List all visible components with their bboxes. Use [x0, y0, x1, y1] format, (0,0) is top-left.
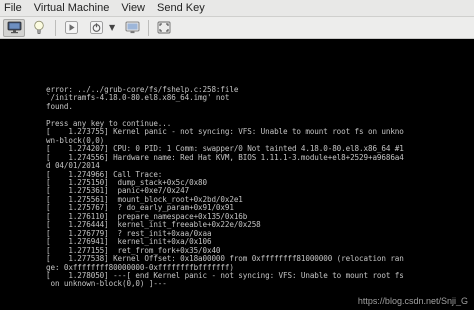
- toolbar-separator: [148, 19, 150, 36]
- console-line: on unknown-block(0,0) ]---: [46, 279, 167, 289]
- toolbar: ▼: [0, 17, 474, 39]
- monitor-icon: [7, 21, 21, 34]
- console-line: `/initramfs-4.18.0-80.el8.x86_64.img' no…: [46, 93, 230, 103]
- menu-view[interactable]: View: [121, 2, 145, 14]
- lightbulb-icon: [34, 20, 44, 34]
- fullscreen-icon: [157, 21, 171, 34]
- power-icon: [89, 21, 103, 34]
- screenshot-button[interactable]: [121, 19, 143, 37]
- vm-console-screen[interactable]: error: ../../grub-core/fs/fshelp.c:258:f…: [0, 39, 474, 310]
- menu-bar: File Virtual Machine View Send Key: [0, 0, 474, 17]
- details-button[interactable]: [28, 19, 50, 37]
- menu-file[interactable]: File: [4, 2, 22, 14]
- power-menu[interactable]: ▼: [85, 19, 115, 37]
- fullscreen-button[interactable]: [153, 19, 175, 37]
- chevron-down-icon[interactable]: ▼: [109, 23, 115, 32]
- toolbar-separator: [55, 19, 56, 36]
- play-icon: [64, 21, 78, 34]
- console-line: found.: [46, 101, 73, 111]
- run-button[interactable]: [60, 19, 82, 37]
- screenshot-icon: [125, 21, 140, 34]
- menu-send-key[interactable]: Send Key: [157, 2, 205, 14]
- menu-virtual-machine[interactable]: Virtual Machine: [34, 2, 110, 14]
- console-view-button[interactable]: [3, 18, 25, 37]
- console-output: error: ../../grub-core/fs/fshelp.c:258:f…: [46, 85, 466, 289]
- power-button[interactable]: [85, 19, 107, 37]
- watermark: https://blog.csdn.net/Snji_G: [357, 296, 468, 306]
